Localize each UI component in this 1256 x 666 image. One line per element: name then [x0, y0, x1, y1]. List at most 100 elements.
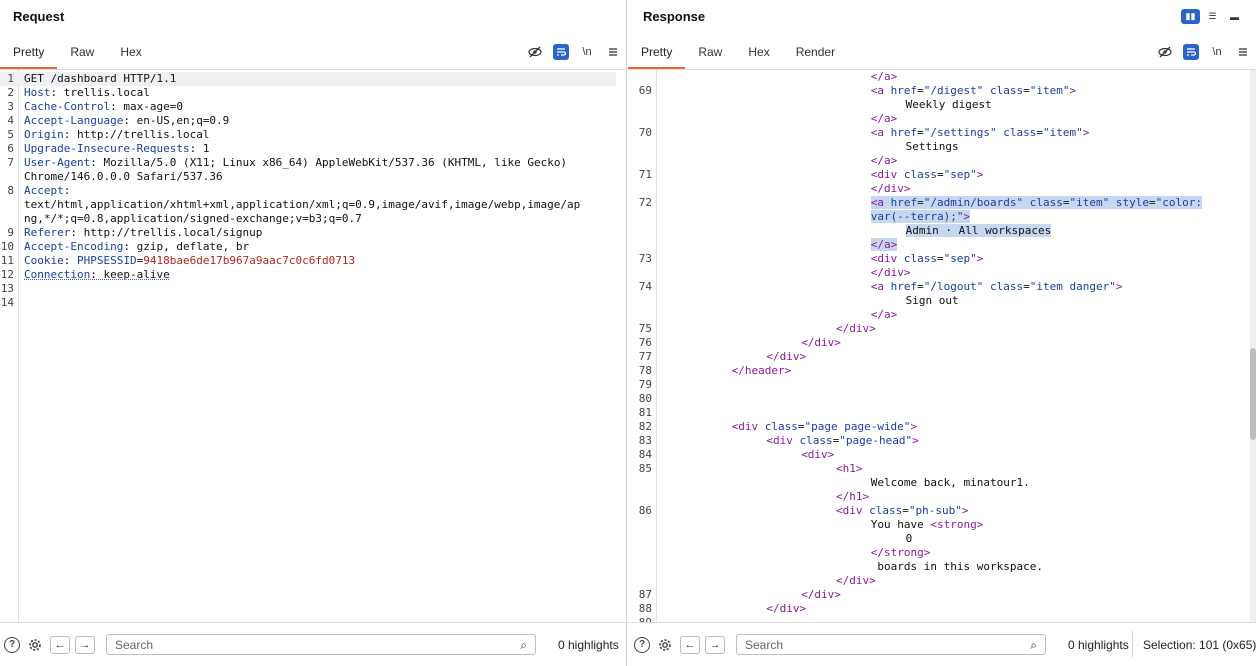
code-line: 11 Cookie: PHPSESSID=9418bae6de17b967a9aa…: [0, 254, 616, 268]
code-line: 0: [628, 532, 1248, 546]
response-search-placeholder: Search: [745, 637, 784, 652]
token: Upgrade-Insecure-Requests: [24, 142, 190, 155]
rows-layout-icon[interactable]: ☰: [1203, 9, 1222, 24]
token: <a: [870, 280, 891, 293]
token: </div>: [836, 574, 876, 587]
request-tab-raw[interactable]: Raw: [57, 40, 107, 70]
code-line: </div>: [628, 182, 1248, 196]
response-scrollbar[interactable]: [1250, 70, 1256, 622]
line-number: 2: [7, 86, 14, 99]
line-number: 11: [0, 254, 14, 267]
line-number: 77: [638, 350, 652, 363]
wrap-icon[interactable]: [1183, 44, 1199, 60]
response-search-input[interactable]: Search ⌕: [736, 634, 1046, 655]
line-code: Upgrade-Insecure-Requests: 1: [24, 142, 209, 156]
line-code: Cookie: PHPSESSID=9418bae6de17b967a9aac7…: [24, 254, 355, 268]
line-number: 75: [638, 322, 652, 335]
response-pane: Response ▮▮ ☰ ▬ Pretty Raw Hex Render \n: [628, 0, 1256, 666]
token: </a>: [870, 154, 898, 167]
gear-icon[interactable]: [26, 636, 44, 654]
token: class: [1003, 126, 1037, 139]
token: =: [917, 126, 924, 139]
token: class: [990, 280, 1024, 293]
token: </div>: [766, 350, 807, 363]
code-line: 82 <div class="page page-wide">: [628, 420, 1248, 434]
token: </strong>: [870, 546, 931, 559]
line-code: You have <strong>: [871, 518, 984, 532]
newline-icon[interactable]: \n: [1209, 44, 1225, 60]
token: >: [1115, 280, 1123, 293]
line-code: </header>: [732, 364, 792, 378]
wrap-icon[interactable]: [553, 44, 569, 60]
eye-slash-icon[interactable]: [527, 44, 543, 60]
token: "page page-wide": [804, 420, 911, 433]
line-code: </div>: [801, 588, 841, 602]
next-arrow-icon[interactable]: →: [75, 635, 95, 654]
line-code: text/html,application/xhtml+xml,applicat…: [24, 198, 580, 212]
code-line: 77 </div>: [628, 350, 1248, 364]
token: >: [1082, 126, 1090, 139]
scrollbar-thumb[interactable]: [1250, 348, 1256, 440]
help-icon[interactable]: ?: [634, 636, 650, 653]
code-line: 14: [0, 296, 616, 310]
token: href: [890, 84, 918, 97]
line-code: </div>: [766, 602, 806, 616]
gear-icon[interactable]: [656, 636, 674, 654]
token: >: [1069, 84, 1077, 97]
line-number: 12: [0, 268, 14, 281]
next-arrow-icon[interactable]: →: [705, 635, 725, 654]
line-number: 84: [638, 448, 652, 461]
prev-arrow-icon[interactable]: ←: [50, 635, 70, 654]
token: "/admin/boards": [923, 196, 1024, 209]
columns-layout-icon[interactable]: ▮▮: [1181, 9, 1200, 24]
response-tab-pretty[interactable]: Pretty: [628, 40, 686, 70]
request-search-input[interactable]: Search ⌕: [106, 634, 536, 655]
request-editor[interactable]: 1 GET /dashboard HTTP/1.1 2 Host: trellis.l…: [0, 70, 626, 622]
response-tab-raw[interactable]: Raw: [685, 40, 735, 70]
menu-icon[interactable]: [605, 44, 621, 60]
menu-icon[interactable]: [1235, 44, 1251, 60]
token: >: [961, 504, 969, 517]
newline-icon[interactable]: \n: [579, 44, 595, 60]
eye-slash-icon[interactable]: [1157, 44, 1173, 60]
line-code: </div>: [766, 350, 806, 364]
token: =: [917, 280, 924, 293]
line-number: 71: [638, 168, 652, 181]
token: GET /dashboard HTTP/1.1: [24, 72, 177, 85]
line-code: <div class="ph-sub">: [836, 504, 968, 518]
token: </div>: [870, 266, 911, 279]
help-icon[interactable]: ?: [4, 636, 20, 653]
token: "ph-sub": [908, 504, 962, 517]
code-line: boards in this workspace.: [628, 560, 1248, 574]
token: : gzip, deflate, br: [123, 240, 250, 253]
request-tab-hex[interactable]: Hex: [107, 40, 154, 70]
response-tab-render[interactable]: Render: [783, 40, 848, 70]
code-line: 78 </header>: [628, 364, 1248, 378]
line-number: 81: [638, 406, 652, 419]
request-pane: Request Pretty Raw Hex \n 1 GET /dashboar…: [0, 0, 627, 666]
line-code: Admin · All workspaces: [905, 224, 1052, 238]
line-number: 10: [0, 240, 14, 253]
line-number: 69: [638, 84, 652, 97]
code-line: Chrome/146.0.0.0 Safari/537.36: [0, 170, 616, 184]
line-code: <h1>: [836, 462, 863, 476]
token: href: [890, 126, 918, 139]
token: [1109, 196, 1116, 209]
token: <div: [836, 504, 870, 517]
line-number: 13: [0, 282, 14, 295]
request-tab-pretty[interactable]: Pretty: [0, 40, 58, 70]
token: <div: [731, 420, 765, 433]
code-line: Weekly digest: [628, 98, 1248, 112]
code-line: 84 <div>: [628, 448, 1248, 462]
code-line: 7 User-Agent: Mozilla/5.0 (X11; Linux x86…: [0, 156, 616, 170]
prev-arrow-icon[interactable]: ←: [680, 635, 700, 654]
response-editor[interactable]: </a> 69 <a href="/digest" class="item"> Wee…: [628, 70, 1256, 622]
line-code: <a href="/digest" class="item">: [871, 84, 1076, 98]
tabs-layout-icon[interactable]: ▬: [1225, 9, 1244, 24]
token: :: [63, 254, 77, 267]
line-number: 14: [0, 296, 14, 309]
code-line: Sign out: [628, 294, 1248, 308]
response-highlights: 0 highlights: [1068, 637, 1129, 652]
request-tabs: Pretty Raw Hex: [0, 40, 155, 70]
response-tab-hex[interactable]: Hex: [735, 40, 782, 70]
